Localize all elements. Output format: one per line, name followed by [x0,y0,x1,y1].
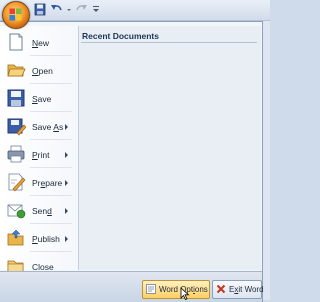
menu-label: Save As [32,122,64,132]
menu-label: Prepare [32,178,63,188]
submenu-arrow-icon [65,180,68,186]
menu-footer: Word Options Exit Word [0,271,264,302]
redo-icon[interactable] [74,3,88,16]
save-icon[interactable] [34,3,46,16]
options-icon [146,284,156,294]
menu-label: Open [32,66,53,76]
exit-word-label: Exit Word [229,285,264,294]
undo-icon[interactable] [50,3,64,16]
submenu-arrow-icon [65,236,68,242]
menu-item-new[interactable]: New [0,28,78,56]
prepare-icon [8,173,26,192]
exit-icon [216,284,226,294]
new-document-icon [9,33,23,51]
customize-icon[interactable] [92,3,100,16]
divider [81,42,257,43]
open-folder-icon [7,64,26,77]
menu-item-publish[interactable]: Publish [0,224,78,252]
submenu-arrow-icon [65,208,68,214]
submenu-arrow-icon [65,124,68,130]
menu-item-prepare[interactable]: Prepare [0,168,78,196]
menu-item-open[interactable]: Open [0,56,78,84]
command-list: New Open Save Save As Print Prepare Send… [0,26,79,273]
office-logo-icon [9,8,22,21]
quick-access-toolbar [0,0,270,21]
menu-label: Save [32,94,52,104]
office-menu: New Open Save Save As Print Prepare Send… [0,21,264,302]
office-button[interactable] [2,1,30,29]
send-icon [7,204,26,219]
menu-label: Publish [32,234,60,244]
recent-documents-title: Recent Documents [82,31,159,41]
printer-icon [7,145,25,163]
menu-item-save-as[interactable]: Save As [0,112,78,140]
save-disk-icon [7,89,25,107]
mouse-pointer-icon [180,287,190,300]
menu-item-send[interactable]: Send [0,196,78,224]
word-options-button[interactable]: Word Options [142,280,210,299]
save-as-icon [7,118,26,136]
undo-dropdown-icon[interactable] [66,3,72,16]
document-edge [263,21,270,300]
menu-item-save[interactable]: Save [0,84,78,112]
menu-label: Send [32,206,52,216]
menu-label: New [32,38,50,48]
publish-icon [7,229,24,246]
submenu-arrow-icon [65,152,68,158]
recent-documents-panel: Recent Documents [79,26,261,270]
menu-item-print[interactable]: Print [0,140,78,168]
exit-word-button[interactable]: Exit Word [212,280,264,299]
menu-label: Print [32,150,50,160]
